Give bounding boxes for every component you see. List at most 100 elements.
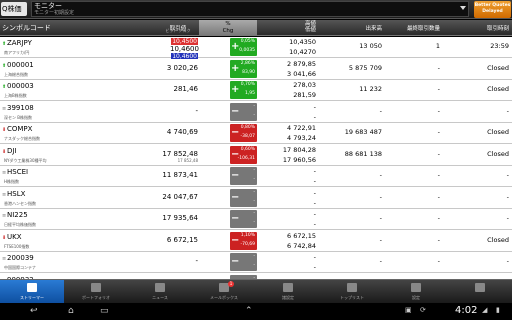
- change-value: -: [253, 220, 255, 225]
- col-volume[interactable]: 出来高: [316, 24, 382, 32]
- col-time[interactable]: 取引時刻: [440, 24, 509, 32]
- table-row[interactable]: ⬇UKX FTSE100指数 6 672,15 1,10% -70,69− 6 672,1…: [0, 230, 512, 252]
- col-last[interactable]: 取引値 ビッド アスク: [158, 24, 198, 33]
- change-value: -: [253, 198, 255, 204]
- tab-2[interactable]: ニュース: [128, 280, 192, 304]
- stock-search-button[interactable]: Q株価: [1, 2, 27, 16]
- change-percent: -: [253, 211, 255, 216]
- table-row[interactable]: ⬆ZARJPY 南アフリカ/円 10,4500 10,4600 10,4600 0,05%…: [0, 37, 512, 60]
- notification-icon[interactable]: ▣: [405, 306, 412, 314]
- tab-0[interactable]: ストリーマー: [0, 280, 64, 304]
- last-volume-value: -: [437, 149, 440, 158]
- symbol-code: ≡399108: [2, 103, 34, 112]
- last-value: 6 672,15: [166, 235, 198, 244]
- change-value: -106,31: [237, 155, 255, 161]
- tab-label: トップリスト: [340, 295, 364, 300]
- col-high-low[interactable]: 高値 低値: [258, 21, 316, 33]
- table-row[interactable]: ≡HSLX 香港ハンセン指数 24 047,67- - − - - - - -: [0, 187, 512, 209]
- last-volume-value: -: [437, 171, 440, 179]
- time-value: Closed: [487, 85, 509, 93]
- last-volume-value: -: [437, 235, 440, 244]
- col-last-volume[interactable]: 最終取引数量: [384, 24, 440, 32]
- better-quotes-button[interactable]: Better Quotes Delayed: [474, 1, 511, 18]
- table-row[interactable]: ≡200039 中国国際コンテナ - - - − - - - - -: [0, 252, 512, 273]
- high-value: -: [313, 253, 316, 261]
- time-value: Closed: [487, 149, 509, 158]
- table-row[interactable]: ⬇DJI NYダウ工業株30種平均 17 852,48 17 852,48 0,60% -…: [0, 144, 512, 166]
- symbol-name: H株指数: [4, 179, 20, 184]
- tab-icon: [91, 283, 101, 292]
- tab-3[interactable]: メールボックス 1: [192, 280, 256, 304]
- tab-label: メールボックス: [210, 295, 238, 300]
- table-header: シンボルコード 取引値 ビッド アスク % Chg 高値 低値 出来高 最終取引数量 …: [0, 20, 512, 36]
- change-value: -: [253, 112, 255, 118]
- table-row[interactable]: ≡NI225 日経平均株価指数 17 935,64 - - − - - - - -: [0, 209, 512, 230]
- high-value: -: [313, 210, 316, 218]
- change-value: 1,95: [244, 91, 255, 96]
- minus-icon: −: [231, 127, 240, 138]
- chevron-down-icon: [460, 6, 466, 10]
- home-icon[interactable]: ⌂: [68, 306, 74, 316]
- last-value: 3 020,26: [166, 63, 198, 72]
- last-volume-value: -: [437, 257, 440, 265]
- col-chg-top: %: [225, 21, 231, 27]
- minus-icon: −: [231, 256, 240, 267]
- last-volume-value: -: [437, 85, 440, 93]
- change-percent: -: [253, 189, 255, 195]
- change-percent: 2,86%: [240, 60, 255, 66]
- time-value: -: [506, 257, 509, 265]
- minus-icon: −: [231, 170, 240, 181]
- last-value: 4 740,69: [166, 128, 198, 136]
- tab-icon: [347, 283, 357, 292]
- volume-value: 5 875 709: [348, 63, 382, 72]
- symbol-name: 上海総合指数: [4, 71, 28, 77]
- change-percent: -: [253, 103, 255, 109]
- symbol-name: 日経平均株価指数: [4, 222, 36, 227]
- plus-icon: +: [231, 41, 240, 52]
- time-value: -: [506, 106, 509, 115]
- last-volume-value: -: [437, 192, 440, 201]
- last-value: 17 852,48: [162, 149, 198, 158]
- low-value: -: [313, 112, 316, 121]
- table-row[interactable]: ⬆000001 上海総合指数 3 020,26 2,86% 83,90 +2 879,85…: [0, 58, 512, 80]
- col-code[interactable]: シンボルコード: [2, 23, 51, 33]
- back-icon[interactable]: ↩: [30, 306, 38, 316]
- change-percent: 0,60%: [240, 146, 255, 152]
- menu-up-icon[interactable]: ⌃: [245, 306, 253, 316]
- sync-icon: ⟳: [420, 306, 426, 314]
- symbol-code: ⬆000003: [2, 82, 34, 90]
- volume-value: 13 050: [359, 42, 382, 50]
- tab-5[interactable]: トップリスト: [320, 280, 384, 304]
- tab-6[interactable]: 設定: [384, 280, 448, 304]
- low-value: -: [313, 263, 316, 271]
- table-row[interactable]: ≡399108 深セン B株指数 - - - − - - - - -: [0, 101, 512, 123]
- symbol-name: 中国国際コンテナ: [4, 265, 36, 270]
- volume-value: 19 683 487: [344, 128, 382, 136]
- bid-ask: 10,4500 10,4600 10,4600: [170, 38, 199, 60]
- change-value: -70,69: [240, 241, 255, 247]
- last-value: 10,4600: [170, 45, 199, 53]
- symbol-code: ≡200039: [2, 254, 34, 262]
- last-value: 17 935,64: [162, 214, 198, 222]
- symbol-name: 深セン B株指数: [4, 114, 33, 120]
- last-value: -: [195, 106, 198, 115]
- monitor-selector[interactable]: モニター モニター初期設定: [31, 1, 469, 17]
- tab-4[interactable]: 諸設定: [256, 280, 320, 304]
- col-chg[interactable]: % Chg: [199, 20, 257, 36]
- table-row[interactable]: ≡HSCEI H株指数 11 873,41 - - − - - - - -: [0, 166, 512, 187]
- tab-7[interactable]: [448, 280, 512, 304]
- symbol-code: ⬇UKX: [2, 232, 22, 241]
- tab-1[interactable]: ポートフォリオ: [64, 280, 128, 304]
- last-value: -: [195, 257, 198, 265]
- recent-apps-icon[interactable]: ▭: [100, 306, 109, 316]
- time-value: -: [506, 171, 509, 179]
- symbol-code: ⬇DJI: [2, 146, 17, 155]
- time-value: Closed: [487, 235, 509, 244]
- tab-label: ストリーマー: [20, 295, 44, 300]
- tab-label: ポートフォリオ: [82, 295, 110, 300]
- volume-value: -: [379, 171, 382, 179]
- table-row[interactable]: ⬇COMPX ナスダック総合指数 4 740,69 0,80% -38,07− 4 722…: [0, 123, 512, 144]
- minus-icon: −: [231, 105, 240, 117]
- low-value: 281,59: [293, 91, 316, 99]
- table-row[interactable]: ⬆000003 上海B株指数 281,46 0,70% 1,95 +278,03 281,5…: [0, 80, 512, 101]
